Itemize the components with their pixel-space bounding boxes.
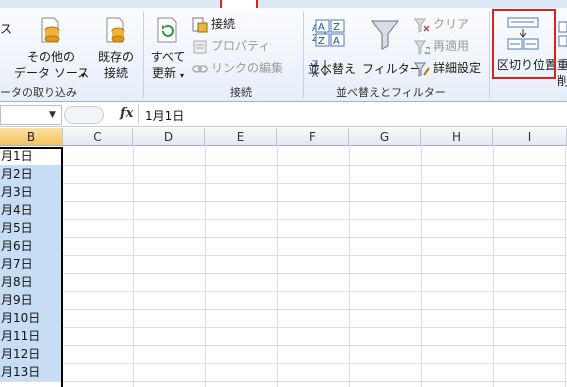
cell-b-active[interactable]: 月1日 xyxy=(0,147,62,165)
grid-line xyxy=(0,327,567,328)
column-header-c[interactable]: C xyxy=(63,128,133,146)
clear-filter-icon xyxy=(414,18,430,33)
refresh-all-label-2: 更新 xyxy=(152,66,177,80)
cell-b[interactable]: 月13日 xyxy=(0,363,62,381)
group-separator xyxy=(143,12,144,98)
filter-icon xyxy=(370,20,400,50)
grid-line xyxy=(0,255,567,256)
clear-filter-button[interactable]: クリア xyxy=(414,16,484,34)
column-header-d[interactable]: D xyxy=(133,128,205,146)
edit-links-label: リンクの編集 xyxy=(211,61,284,75)
column-header-h[interactable]: H xyxy=(421,128,493,146)
existing-conn-label-2: 接続 xyxy=(103,66,128,80)
insert-function-icon[interactable]: fx xyxy=(120,106,133,121)
grid-line xyxy=(0,291,567,292)
grid-line xyxy=(0,201,567,202)
ribbon-tab-strip xyxy=(0,0,567,8)
group-label-sort-filter: 並べ替えとフィルター xyxy=(336,86,446,99)
cell-b[interactable]: 月5日 xyxy=(0,219,62,237)
properties-icon xyxy=(193,40,207,54)
filter-label: フィルター xyxy=(362,62,422,76)
dropdown-arrow-icon: ▾ xyxy=(180,71,185,80)
reapply-label: 再適用 xyxy=(433,39,470,53)
svg-text:Z: Z xyxy=(318,36,325,47)
formula-bar-controls[interactable] xyxy=(64,106,104,124)
group-label-connections: 接続 xyxy=(230,86,252,99)
sort-label: 並べ替え xyxy=(308,62,357,76)
cell-b[interactable]: 月2日 xyxy=(0,165,62,183)
column-header-b[interactable]: B xyxy=(0,128,63,146)
filter-button[interactable]: フィルター xyxy=(362,14,422,84)
column-header-i[interactable]: I xyxy=(493,128,567,146)
grid-line xyxy=(0,237,567,238)
reapply-icon xyxy=(414,40,430,55)
refresh-icon xyxy=(157,17,177,43)
formula-input[interactable]: 1月1日 xyxy=(138,105,567,125)
cell-b[interactable]: 月12日 xyxy=(0,345,62,363)
edit-links-button[interactable]: リンクの編集 xyxy=(192,60,302,78)
cell-b[interactable]: 月4日 xyxy=(0,201,62,219)
group-separator xyxy=(489,12,490,98)
grid-line xyxy=(0,381,567,382)
svg-text:A: A xyxy=(318,22,325,33)
other-data-sources-button[interactable]: その他の データ ソース ▾ xyxy=(14,14,90,84)
highlight-box xyxy=(492,9,556,79)
connections-label: 接続 xyxy=(211,17,236,31)
other-sources-label: その他の xyxy=(26,50,75,64)
dropdown-arrow-icon: ▾ xyxy=(81,71,86,80)
cell-b[interactable]: 月11日 xyxy=(0,327,62,345)
name-box[interactable]: ▼ xyxy=(0,105,62,125)
advanced-filter-icon xyxy=(414,62,430,77)
other-sources-label-2: データ ソース xyxy=(14,66,90,80)
worksheet-grid[interactable]: 月1日 月2日 月3日 月4日 月5日 月6日 月7日 月8日 月9日 月10日… xyxy=(0,147,567,387)
cell-b[interactable]: 月6日 xyxy=(0,237,62,255)
link-icon xyxy=(192,65,208,73)
clear-label: クリア xyxy=(433,17,470,31)
existing-connections-button[interactable]: 既存の 接続 xyxy=(94,14,138,84)
database-icon xyxy=(41,17,60,43)
sort-dialog-icon: A Z Z A xyxy=(315,19,345,47)
group-label-external-data: ータの取り込み xyxy=(0,86,77,99)
grid-line xyxy=(0,219,567,220)
grid-line xyxy=(0,345,567,346)
existing-connections-icon xyxy=(106,17,125,43)
advanced-filter-button[interactable]: 詳細設定 xyxy=(414,60,490,78)
sort-button[interactable]: A Z Z A 並べ替え xyxy=(308,14,358,84)
advanced-label: 詳細設定 xyxy=(433,61,482,75)
tab-data[interactable] xyxy=(220,0,258,8)
ribbon: ス その他の データ ソース ▾ 既存の 接続 ータの取り込み すべて 更新 ▾… xyxy=(0,8,567,102)
cell-b[interactable]: 月7日 xyxy=(0,255,62,273)
formula-bar: ▼ fx 1月1日 xyxy=(0,103,567,127)
get-external-data-partial[interactable]: ス xyxy=(0,22,12,37)
refresh-all-button[interactable]: すべて 更新 ▾ xyxy=(148,14,188,84)
remove-duplicates-icon[interactable] xyxy=(558,20,567,48)
cell-b[interactable]: 月10日 xyxy=(0,309,62,327)
cell-b[interactable]: 月8日 xyxy=(0,273,62,291)
svg-text:Z: Z xyxy=(333,22,340,33)
grid-line xyxy=(0,309,567,310)
grid-line xyxy=(0,165,567,166)
column-header-e[interactable]: E xyxy=(205,128,277,146)
column-header-f[interactable]: F xyxy=(277,128,349,146)
group-separator xyxy=(303,12,304,98)
svg-text:A: A xyxy=(333,36,340,47)
properties-label: プロパティ xyxy=(211,39,271,53)
cell-b[interactable]: 月9日 xyxy=(0,291,62,309)
reapply-button[interactable]: 再適用 xyxy=(414,38,484,56)
cell-b[interactable]: 月3日 xyxy=(0,183,62,201)
grid-line xyxy=(0,183,567,184)
properties-button[interactable]: プロパティ xyxy=(192,38,282,56)
grid-line xyxy=(0,363,567,364)
remove-duplicates-label-partial: 重 xyxy=(557,58,567,72)
chevron-down-icon[interactable]: ▼ xyxy=(49,110,56,120)
connections-icon xyxy=(192,17,208,33)
connections-button[interactable]: 接続 xyxy=(192,16,282,34)
remove-duplicates-label-partial-2: 削 xyxy=(557,74,567,88)
existing-conn-label: 既存の xyxy=(97,50,134,64)
refresh-all-label: すべて xyxy=(150,50,186,64)
grid-line xyxy=(0,273,567,274)
column-header-g[interactable]: G xyxy=(349,128,421,146)
